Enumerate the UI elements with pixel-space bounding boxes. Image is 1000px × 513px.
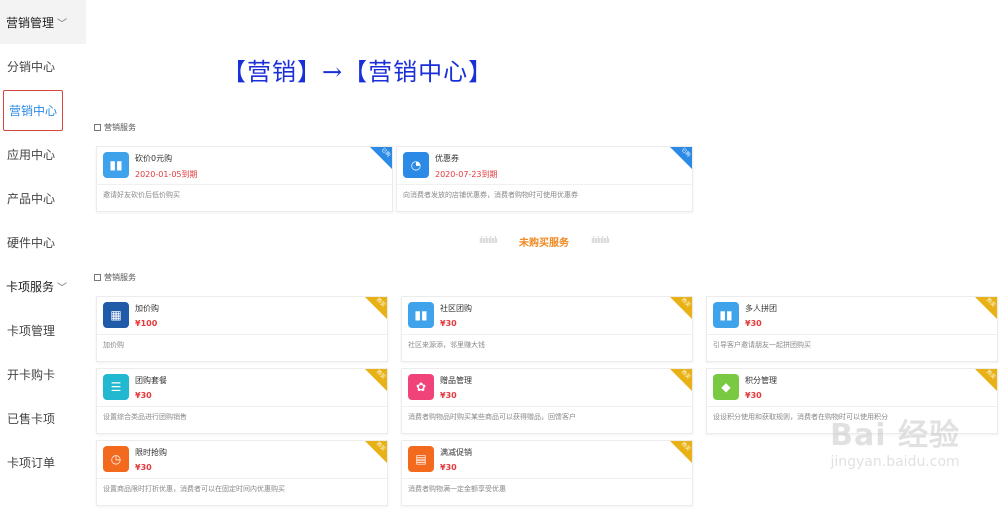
gift-icon: ✿: [408, 374, 434, 400]
panel-header: 营销服务: [88, 118, 1000, 137]
service-card[interactable]: ▤ 满减促销 ¥30 消费者购物满一定金额享受优惠 购买: [401, 440, 693, 506]
sidebar-item-distribution[interactable]: 分销中心: [0, 44, 86, 88]
unpurchased-divider: ılıılıılıılı 未购买服务 ılıılıılıılı: [88, 229, 1000, 253]
card-name: 优惠券: [435, 154, 459, 163]
card-name: 积分管理: [745, 376, 777, 385]
card-name: 满减促销: [440, 448, 472, 457]
card-price: ¥100: [135, 319, 158, 328]
service-card[interactable]: ▦ 加价购 ¥100 加价购 购买: [96, 296, 388, 362]
sidebar-item-card-management[interactable]: 卡项管理: [0, 308, 86, 352]
sidebar-item-product-center[interactable]: 产品中心: [0, 176, 86, 220]
service-card[interactable]: ▮▮ 社区团购 ¥30 社区来源添，邻里赚大钱 购买: [401, 296, 693, 362]
card-description: 消费者购物满一定金额享受优惠: [408, 485, 506, 493]
card-price: ¥30: [440, 463, 457, 472]
unpurchased-services-panel: 营销服务 ▦ 加价购 ¥100 加价购 购买 ▮▮ 社区团购 ¥30 社区来源添，邻里赚大钱 购买…: [88, 268, 1000, 513]
card-name: 限时抢购: [135, 448, 167, 457]
service-card[interactable]: ◔ 优惠券 2020-07-23到期 向消费者发放的店铺优惠券，消费者购物时可使…: [396, 146, 693, 212]
card-expiry: 2020-07-23到期: [435, 170, 498, 179]
card-name: 加价购: [135, 304, 159, 313]
watermark-main: Bai 经验: [830, 418, 960, 453]
sidebar-item-marketing-center[interactable]: 营销中心: [0, 88, 86, 132]
grid-app-icon: ▦: [103, 302, 129, 328]
chevron-down-icon: ﹀: [57, 18, 68, 30]
divider-label: 未购买服务: [519, 237, 569, 249]
card-description: 引导客户邀请朋友一起拼团购买: [713, 341, 811, 349]
grid-icon: [94, 274, 101, 281]
sidebar-item-label: 硬件中心: [7, 235, 56, 250]
card-price: ¥30: [135, 463, 152, 472]
card-description: 向消费者发放的店铺优惠券，消费者购物时可使用优惠券: [403, 191, 578, 199]
card-description: 社区来源添，邻里赚大钱: [408, 341, 485, 349]
bar-chart-icon: ▮▮: [408, 302, 434, 328]
storefront-icon: ▤: [408, 446, 434, 472]
sidebar-item-hardware-center[interactable]: 硬件中心: [0, 220, 86, 264]
card-name: 砍价0元购: [135, 154, 173, 163]
purchased-services-panel: 营销服务 ▮▮ 砍价0元购 2020-01-05到期 邀请好友砍价后低价购买 已…: [88, 118, 1000, 223]
sidebar-item-label: 应用中心: [7, 147, 56, 162]
pie-chart-icon: ◔: [403, 152, 429, 178]
sidebar-section-card-services[interactable]: 卡项服务 ﹀: [0, 264, 86, 308]
sidebar-item-label: 产品中心: [7, 191, 56, 206]
sidebar-item-card-orders[interactable]: 卡项订单: [0, 440, 86, 484]
sidebar-item-label: 已售卡项: [7, 411, 56, 426]
sidebar-item-label: 开卡购卡: [7, 367, 56, 382]
card-name: 多人拼团: [745, 304, 777, 313]
clock-icon: ◷: [103, 446, 129, 472]
card-price: ¥30: [440, 319, 457, 328]
annotation-title: 【营销】→【营销中心】: [222, 58, 494, 86]
bar-chart-icon: ▮▮: [713, 302, 739, 328]
card-description: 加价购: [103, 341, 124, 349]
panel-header-label: 营销服务: [104, 273, 136, 282]
card-price: ¥30: [135, 391, 152, 400]
sidebar-item-label: 分销中心: [7, 59, 56, 74]
bar-chart-icon: ▮▮: [103, 152, 129, 178]
panel-header-label: 营销服务: [104, 123, 136, 132]
sidebar-item-open-card[interactable]: 开卡购卡: [0, 352, 86, 396]
sidebar-section-label: 营销管理: [6, 15, 55, 30]
card-description: 邀请好友砍价后低价购买: [103, 191, 180, 199]
card-description: 消费者购物品时购买某些商品可以获得赠品，回馈客户: [408, 413, 576, 421]
card-name: 团购套餐: [135, 376, 167, 385]
sidebar-item-label: 卡项订单: [7, 455, 56, 470]
card-expiry: 2020-01-05到期: [135, 170, 198, 179]
package-icon: ☰: [103, 374, 129, 400]
card-description: 设置商品限时打折优惠，消费者可以在固定时间内优惠购买: [103, 485, 285, 493]
baidu-jingyan-watermark: Bai 经验 jingyan.baidu.com: [830, 410, 960, 470]
sidebar: 营销管理 ﹀ 分销中心 营销中心 应用中心 产品中心 硬件中心 卡项服务 ﹀ 卡…: [0, 0, 86, 513]
card-price: ¥30: [745, 391, 762, 400]
card-price: ¥30: [440, 391, 457, 400]
service-card[interactable]: ☰ 团购套餐 ¥30 设置综合类品进行团购销售 购买: [96, 368, 388, 434]
sidebar-item-sold-cards[interactable]: 已售卡项: [0, 396, 86, 440]
panel-header: 营销服务: [88, 268, 1000, 287]
tag-icon: ◆: [713, 374, 739, 400]
service-card[interactable]: ◷ 限时抢购 ¥30 设置商品限时打折优惠，消费者可以在固定时间内优惠购买 购买: [96, 440, 388, 506]
wave-decoration-right: ılıılıılıılı: [591, 236, 610, 246]
grid-icon: [94, 124, 101, 131]
wave-decoration-left: ılıılıılıılı: [478, 236, 498, 246]
sidebar-section-marketing[interactable]: 营销管理 ﹀: [0, 0, 86, 44]
sidebar-item-app-center[interactable]: 应用中心: [0, 132, 86, 176]
sidebar-section-label: 卡项服务: [6, 279, 55, 294]
watermark-sub: jingyan.baidu.com: [830, 454, 960, 470]
sidebar-item-label: 营销中心: [3, 89, 64, 131]
service-card[interactable]: ✿ 赠品管理 ¥30 消费者购物品时购买某些商品可以获得赠品，回馈客户 购买: [401, 368, 693, 434]
card-price: ¥30: [745, 319, 762, 328]
chevron-down-icon: ﹀: [57, 282, 68, 294]
card-name: 赠品管理: [440, 376, 472, 385]
service-card[interactable]: ▮▮ 多人拼团 ¥30 引导客户邀请朋友一起拼团购买 购买: [706, 296, 998, 362]
sidebar-item-label: 卡项管理: [7, 323, 56, 338]
service-card[interactable]: ▮▮ 砍价0元购 2020-01-05到期 邀请好友砍价后低价购买 已购: [96, 146, 393, 212]
card-name: 社区团购: [440, 304, 472, 313]
card-description: 设置综合类品进行团购销售: [103, 413, 187, 421]
